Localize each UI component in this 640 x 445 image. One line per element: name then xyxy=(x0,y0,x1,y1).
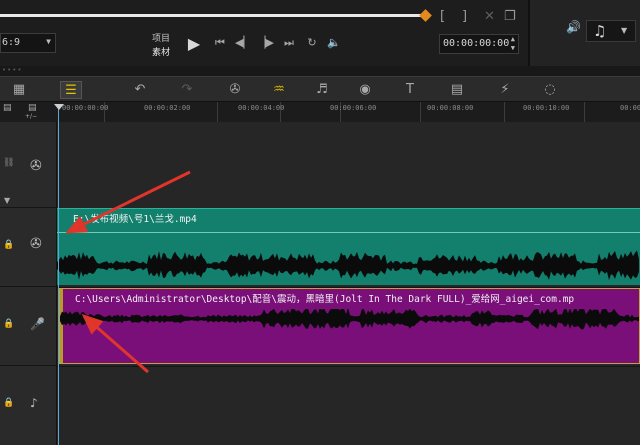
voice-track-header[interactable]: 🔒 🎤 xyxy=(0,287,57,366)
next-frame-icon[interactable]: ▕▶ xyxy=(257,36,274,49)
ruler-tick xyxy=(420,102,421,122)
video-clip[interactable]: E:\发布视频\号1\兰戈.mp4 xyxy=(57,208,640,285)
lock-icon[interactable]: 🔒 xyxy=(3,398,14,408)
track-headers: ⛓ ✇ ▼ 🔒 ✇ 🔒 🎤 🔒 ♪ xyxy=(0,122,57,445)
playhead-marker[interactable] xyxy=(54,104,64,110)
scrub-bar[interactable] xyxy=(0,14,424,17)
library-side-panel: 🔊 ♫ ▼ xyxy=(528,0,640,66)
music-track-header[interactable]: 🔒 ♪ xyxy=(0,366,57,445)
home-icon[interactable]: ⏮ xyxy=(212,36,228,50)
panel-grip[interactable]: •••• xyxy=(0,66,640,76)
lane-divider xyxy=(57,366,640,367)
audio-waveform xyxy=(60,309,639,330)
video-audio-waveform xyxy=(57,250,639,281)
volume-icon[interactable]: 🔈 xyxy=(326,36,342,49)
ruler-label: 00:00:12:00 xyxy=(620,104,640,112)
chevron-down-icon: ▼ xyxy=(621,26,628,35)
ruler-tick xyxy=(584,102,585,122)
playhead-line[interactable] xyxy=(58,104,59,445)
music-note-icon: ♪ xyxy=(30,396,38,410)
player-panel: [ ] ✕ ❐ 6:9 ▼ 项目 素材 ▶ ⏮ ◀▏ ▕▶ ⏭ ↻ 🔈 00:0… xyxy=(0,0,640,66)
video-clip-filename: E:\发布视频\号1\兰戈.mp4 xyxy=(73,214,197,225)
play-button[interactable]: ▶ xyxy=(183,34,205,54)
aspect-ratio-value: 6:9 xyxy=(2,37,21,48)
repeat-icon[interactable]: ↻ xyxy=(304,36,320,49)
zoom-control[interactable]: +/− xyxy=(25,113,37,120)
ruler-label: 00:00:08:00 xyxy=(427,104,474,112)
scrub-handle[interactable] xyxy=(419,9,432,22)
ruler-tick xyxy=(504,102,505,122)
cut-clip-icon[interactable]: ✕ xyxy=(484,10,495,24)
track-manager-controls[interactable]: ▤ ▤ +/− xyxy=(0,103,54,121)
play-icon: ▶ xyxy=(187,34,201,53)
collapse-arrow-icon[interactable]: ▼ xyxy=(4,196,10,205)
project-mode-label[interactable]: 项目 xyxy=(152,31,170,44)
end-icon[interactable]: ⏭ xyxy=(281,36,297,50)
subtitle-icon[interactable]: T xyxy=(399,81,421,99)
redo-icon[interactable]: ↷ xyxy=(176,81,198,99)
link-icon[interactable]: ⛓ xyxy=(3,158,14,168)
timeline-toolbar: ▦ ☰ ↶ ↷ ✇ ♒ ♬ ◉ T ▤ ⚡ ◌ xyxy=(0,76,640,102)
timecode-field[interactable]: 00:00:00:00 ▲ ▼ xyxy=(439,34,519,54)
track-manager-icon[interactable]: ▤ xyxy=(3,103,12,113)
video-track-header[interactable]: ⛓ ✇ ▼ xyxy=(0,122,57,208)
ruler-label: 00:00:00:00 xyxy=(62,104,109,112)
chevron-down-icon: ▼ xyxy=(46,37,51,46)
speaker-icon[interactable]: 🔊 xyxy=(566,20,581,34)
undo-icon[interactable]: ↶ xyxy=(129,81,151,99)
lock-icon[interactable]: 🔒 xyxy=(3,240,14,250)
ruler-label: 00:00:06:00 xyxy=(330,104,377,112)
clip-mode-label[interactable]: 素材 xyxy=(152,45,170,58)
storyboard-view-icon[interactable]: ▦ xyxy=(8,81,30,99)
multi-camera-icon[interactable]: ▤ xyxy=(446,81,468,99)
music-note-icon: ♫ xyxy=(593,22,607,40)
microphone-icon: 🎤 xyxy=(30,317,45,331)
aspect-ratio-select[interactable]: 6:9 ▼ xyxy=(0,33,56,53)
music-filter-select[interactable]: ♫ ▼ xyxy=(586,20,636,42)
timeline-view-icon[interactable]: ☰ xyxy=(60,81,82,99)
film-reel-icon: ✇ xyxy=(30,158,42,174)
lock-icon[interactable]: 🔒 xyxy=(3,319,14,329)
previous-frame-icon[interactable]: ◀▏ xyxy=(235,36,252,49)
film-reel-icon: ✇ xyxy=(30,236,42,252)
motion-track-icon[interactable]: ◉ xyxy=(354,81,376,99)
overlay-track-header[interactable]: 🔒 ✇ xyxy=(0,208,57,287)
mask-icon[interactable]: ◌ xyxy=(539,81,561,99)
ruler-label: 00:00:10:00 xyxy=(523,104,570,112)
timeline-lanes[interactable]: E:\发布视频\号1\兰戈.mp4 C:\Users\Administrator… xyxy=(57,122,640,445)
audio-clip[interactable]: C:\Users\Administrator\Desktop\配音\震动，黑暗里… xyxy=(59,288,640,364)
ruler-tick xyxy=(217,102,218,122)
audio-clip-filename: C:\Users\Administrator\Desktop\配音\震动，黑暗里… xyxy=(75,294,575,305)
ruler-label: 00:00:04:00 xyxy=(238,104,285,112)
sound-mixer-icon[interactable]: ♒ xyxy=(268,81,290,99)
timecode-value: 00:00:00:00 xyxy=(443,38,510,49)
add-remove-chapter-icon[interactable]: ▤ xyxy=(28,103,37,113)
ruler-label: 00:00:02:00 xyxy=(144,104,191,112)
auto-music-icon[interactable]: ♬ xyxy=(311,81,333,99)
mark-in-button[interactable]: [ xyxy=(440,10,445,24)
time-remapping-icon[interactable]: ⚡ xyxy=(494,81,516,99)
record-capture-icon[interactable]: ✇ xyxy=(224,81,246,99)
timecode-spinner[interactable]: ▲ ▼ xyxy=(511,35,515,53)
mark-out-button[interactable]: ] xyxy=(462,10,467,24)
enlarge-preview-icon[interactable]: ❐ xyxy=(504,10,516,24)
time-ruler[interactable]: ▤ ▤ +/− 00:00:00:00 00:00:02:00 00:00:04… xyxy=(0,102,640,122)
